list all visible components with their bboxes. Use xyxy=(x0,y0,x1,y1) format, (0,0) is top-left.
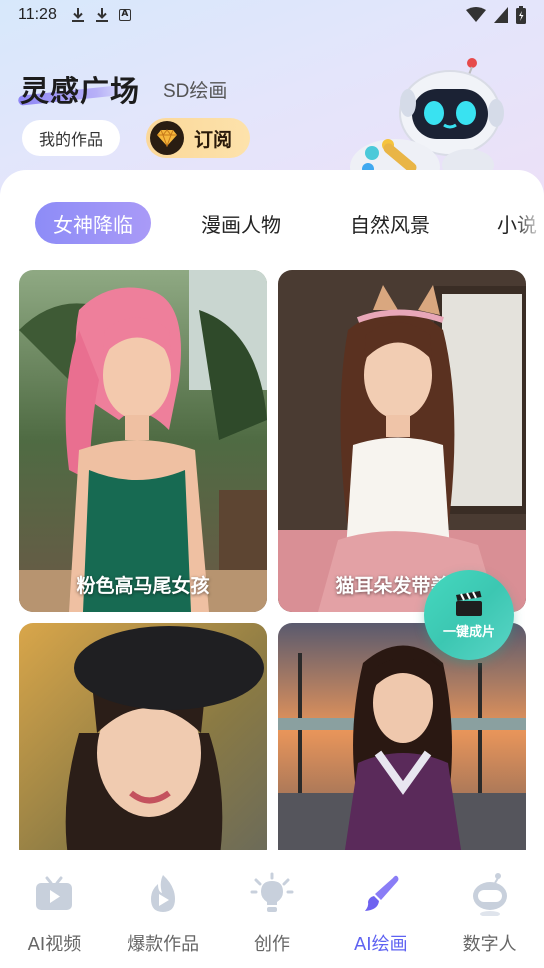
app-notification-icon: A xyxy=(118,9,131,21)
bottom-nav: AI视频 爆款作品 创作 AI绘画 数字人 xyxy=(0,850,544,968)
tab-nature-scenery[interactable]: 自然风景 xyxy=(350,202,430,244)
gallery-card[interactable] xyxy=(278,623,526,863)
nav-label: 爆款作品 xyxy=(127,934,200,955)
my-works-label: 我的作品 xyxy=(38,130,103,149)
nav-create[interactable]: 创作 xyxy=(218,850,327,968)
brush-icon xyxy=(364,875,399,911)
nav-ai-painting[interactable]: AI绘画 xyxy=(326,850,435,968)
page-title-wrap: 灵感广场 xyxy=(17,68,141,108)
card-caption: 粉色高马尾女孩 xyxy=(76,575,210,597)
portrait-image xyxy=(19,270,267,612)
subscribe-button[interactable]: 订阅 xyxy=(146,118,250,158)
page-title: 灵感广场 xyxy=(20,74,141,108)
my-works-button[interactable]: 我的作品 xyxy=(22,120,120,156)
signal-icon xyxy=(494,7,508,23)
status-bar: 11:28 A xyxy=(0,0,544,30)
wifi-icon xyxy=(466,7,486,22)
lightbulb-icon xyxy=(250,872,294,912)
nav-ai-video[interactable]: AI视频 xyxy=(0,850,109,968)
portrait-image xyxy=(19,623,267,863)
category-tabs: 女神降临 漫画人物 自然风景 小说 xyxy=(0,202,544,244)
tab-goddess[interactable]: 女神降临 xyxy=(35,202,151,244)
nav-label: AI视频 xyxy=(27,934,82,955)
nav-label: 数字人 xyxy=(462,934,517,955)
portrait-image xyxy=(278,623,526,863)
gallery-card[interactable] xyxy=(19,623,267,863)
flame-icon xyxy=(151,875,176,912)
robot-head-icon xyxy=(472,873,507,916)
gallery-card[interactable]: 猫耳朵发带美女 xyxy=(278,270,526,612)
nav-popular-works[interactable]: 爆款作品 xyxy=(109,850,218,968)
fab-label: 一键成片 xyxy=(442,624,495,640)
tab-fade xyxy=(514,202,544,244)
robot-mascot-illustration xyxy=(350,58,504,175)
nav-label: AI绘画 xyxy=(353,934,408,955)
download-icon xyxy=(95,8,108,22)
tv-icon xyxy=(36,876,73,910)
clapperboard-icon xyxy=(456,590,482,616)
gallery-card[interactable]: 粉色高马尾女孩 xyxy=(19,270,267,612)
battery-icon xyxy=(516,6,526,24)
page-subtitle: SD绘画 xyxy=(163,81,228,102)
diamond-icon xyxy=(150,121,184,155)
status-time: 11:28 xyxy=(18,6,57,23)
one-click-video-button[interactable]: 一键成片 xyxy=(424,570,514,660)
download-icon xyxy=(71,8,84,22)
portrait-image xyxy=(278,270,526,612)
tab-comic-characters[interactable]: 漫画人物 xyxy=(201,202,281,244)
nav-label: 创作 xyxy=(253,934,290,955)
subscribe-label: 订阅 xyxy=(194,128,233,151)
nav-digital-human[interactable]: 数字人 xyxy=(435,850,544,968)
